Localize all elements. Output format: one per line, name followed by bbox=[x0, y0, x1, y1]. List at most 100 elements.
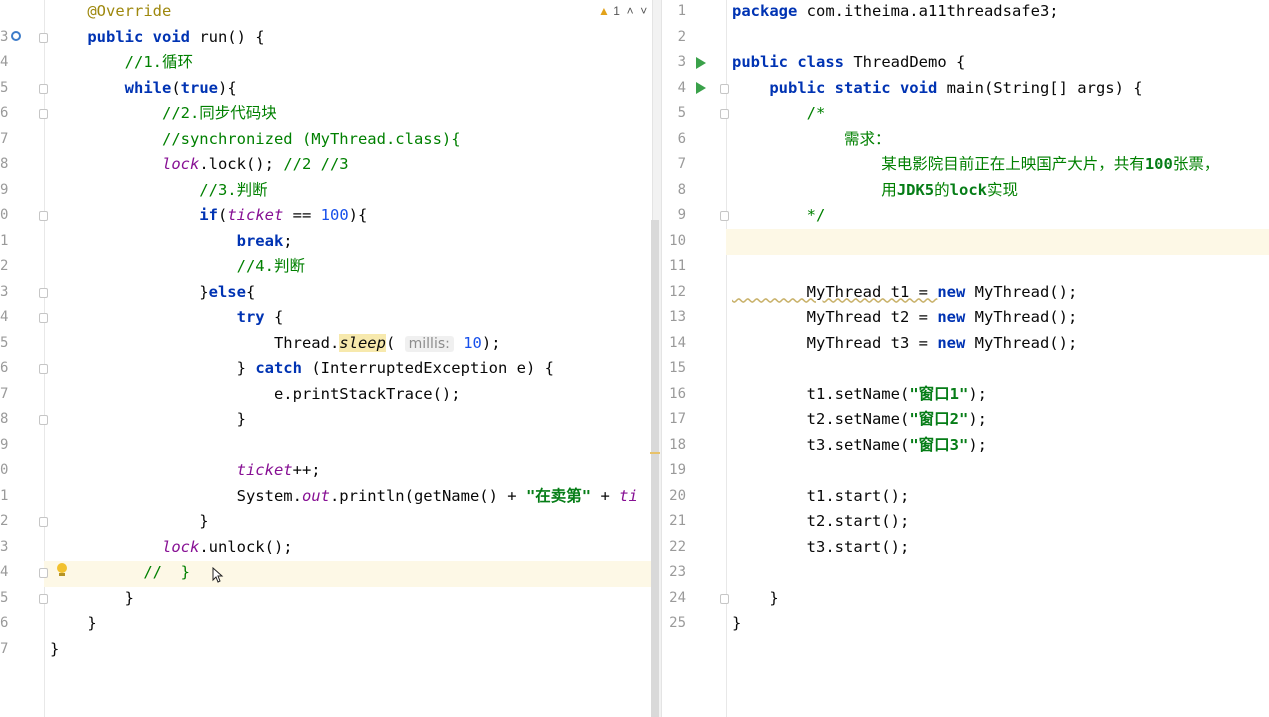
fold-marker-icon[interactable] bbox=[720, 593, 729, 604]
code-line[interactable]: if(ticket == 100){ bbox=[50, 203, 652, 229]
parameter-hint: millis: bbox=[404, 335, 454, 352]
code-line[interactable]: lock.unlock(); bbox=[50, 535, 652, 561]
line-number bbox=[0, 0, 20, 25]
code-line[interactable]: while(true){ bbox=[50, 76, 652, 102]
code-line[interactable] bbox=[732, 458, 1269, 484]
fold-marker-icon[interactable] bbox=[720, 109, 729, 119]
code-line[interactable]: @Override bbox=[50, 0, 652, 25]
code-line[interactable]: //synchronized (MyThread.class){ bbox=[50, 127, 652, 153]
code-token: run() { bbox=[199, 27, 265, 46]
code-line[interactable]: public static void main(String[] args) { bbox=[732, 76, 1269, 102]
code-token: //3.判断 bbox=[50, 180, 268, 199]
fold-marker-icon[interactable] bbox=[39, 211, 48, 221]
code-line[interactable]: } bbox=[50, 586, 652, 612]
code-line[interactable]: 某电影院目前正在上映国产大片，共有100张票， bbox=[732, 152, 1269, 178]
code-token: public static void bbox=[732, 78, 947, 97]
code-line[interactable] bbox=[732, 25, 1269, 51]
code-line[interactable]: t2.setName("窗口2"); bbox=[732, 407, 1269, 433]
fold-marker-icon[interactable] bbox=[39, 415, 48, 425]
code-line[interactable]: lock.lock(); //2 //3 bbox=[50, 152, 652, 178]
code-line[interactable]: ticket++; bbox=[50, 458, 652, 484]
code-line[interactable]: t1.start(); bbox=[732, 484, 1269, 510]
code-line[interactable]: System.out.println(getName() + "在卖第" + t… bbox=[50, 484, 652, 510]
code-line[interactable]: package com.itheima.a11threadsafe3; bbox=[732, 0, 1269, 25]
code-line[interactable]: MyThread t3 = new MyThread(); bbox=[732, 331, 1269, 357]
code-token: ); bbox=[968, 384, 987, 403]
code-line[interactable]: /* bbox=[732, 101, 1269, 127]
fold-marker-icon[interactable] bbox=[39, 109, 48, 119]
code-line[interactable]: //1.循环 bbox=[50, 50, 652, 76]
line-number: 12 bbox=[669, 283, 686, 300]
code-line[interactable] bbox=[50, 433, 652, 459]
code-token: "在卖第" bbox=[525, 486, 592, 505]
fold-marker-icon[interactable] bbox=[720, 83, 729, 94]
code-line[interactable]: 用JDK5的lock实现 bbox=[732, 178, 1269, 204]
code-line[interactable]: 需求： bbox=[732, 127, 1269, 153]
code-line[interactable]: t2.start(); bbox=[732, 509, 1269, 535]
code-line[interactable]: e.printStackTrace(); bbox=[50, 382, 652, 408]
code-token: Thread. bbox=[50, 333, 340, 352]
code-line[interactable]: t1.setName("窗口1"); bbox=[732, 382, 1269, 408]
code-token: } bbox=[732, 588, 779, 607]
fold-marker-icon[interactable] bbox=[39, 313, 48, 323]
chevron-down-icon[interactable]: ˅ bbox=[637, 4, 647, 18]
code-line[interactable] bbox=[732, 356, 1269, 382]
code-line[interactable]: t3.setName("窗口3"); bbox=[732, 433, 1269, 459]
lightbulb-icon[interactable] bbox=[57, 563, 67, 576]
right-editor-pane[interactable]: 1 2 3 4 5 6 7 8 9 10 11 12 13 14 15 16 17 18 19 20 21 22 23 24 2… bbox=[662, 0, 1269, 717]
line-number: 7 bbox=[0, 385, 9, 402]
run-class-icon[interactable] bbox=[696, 57, 706, 69]
left-editor-pane[interactable]: 3456789012345678901234567 @Override publ… bbox=[0, 0, 652, 717]
fold-marker-icon[interactable] bbox=[39, 32, 48, 43]
code-line[interactable]: } bbox=[732, 611, 1269, 637]
warning-indicator[interactable]: ▲ 1 ˄ ˅ bbox=[598, 4, 647, 18]
line-number: 6 bbox=[0, 615, 9, 631]
code-line[interactable] bbox=[732, 560, 1269, 586]
code-line[interactable]: //4.判断 bbox=[50, 254, 652, 280]
code-line[interactable]: }else{ bbox=[50, 280, 652, 306]
line-number: 7 bbox=[0, 130, 9, 147]
code-line[interactable]: Thread.sleep( millis: 10); bbox=[50, 331, 652, 357]
code-line[interactable] bbox=[732, 254, 1269, 280]
code-line[interactable]: MyThread t1 = new MyThread(); bbox=[732, 280, 1269, 306]
code-line[interactable]: } bbox=[50, 407, 652, 433]
override-icon[interactable] bbox=[11, 31, 21, 41]
code-token: } bbox=[50, 614, 97, 632]
code-line[interactable]: break; bbox=[50, 229, 652, 255]
code-line[interactable]: } bbox=[50, 509, 652, 535]
code-token: ( bbox=[217, 206, 228, 224]
code-token: } bbox=[50, 410, 246, 428]
fold-marker-icon[interactable] bbox=[39, 364, 48, 374]
code-line[interactable]: public class ThreadDemo { bbox=[732, 50, 1269, 76]
chevron-up-icon[interactable]: ˄ bbox=[623, 4, 634, 18]
fold-marker-icon[interactable] bbox=[39, 593, 48, 604]
line-number: 16 bbox=[669, 385, 686, 402]
fold-marker-icon[interactable] bbox=[39, 83, 48, 94]
code-line[interactable]: } catch (InterruptedException e) { bbox=[50, 356, 652, 382]
code-line[interactable] bbox=[732, 229, 1269, 255]
code-line[interactable]: } bbox=[50, 637, 652, 663]
fold-marker-icon[interactable] bbox=[720, 211, 729, 221]
fold-marker-icon[interactable] bbox=[39, 287, 48, 298]
line-number: 9 bbox=[0, 436, 9, 453]
code-line[interactable]: try { bbox=[50, 305, 652, 331]
code-token: } bbox=[50, 359, 256, 377]
code-line[interactable]: } bbox=[732, 586, 1269, 612]
code-line[interactable]: public void run() { bbox=[50, 25, 652, 51]
code-line[interactable]: // } bbox=[50, 560, 652, 586]
line-number: 0 bbox=[0, 207, 9, 223]
line-number: 7 bbox=[0, 640, 9, 657]
run-main-icon[interactable] bbox=[696, 82, 706, 94]
fold-marker-icon[interactable] bbox=[39, 568, 48, 578]
code-line[interactable]: } bbox=[50, 611, 652, 637]
line-number: 5 bbox=[0, 589, 9, 606]
code-line[interactable]: MyThread t2 = new MyThread(); bbox=[732, 305, 1269, 331]
fold-marker-icon[interactable] bbox=[39, 517, 48, 527]
code-line[interactable]: //3.判断 bbox=[50, 178, 652, 204]
code-token: 实现 bbox=[986, 180, 1018, 199]
code-token: //synchronized (MyThread.class){ bbox=[50, 129, 461, 148]
code-line[interactable]: //2.同步代码块 bbox=[50, 101, 652, 127]
code-line[interactable]: */ bbox=[732, 203, 1269, 229]
left-scrollbar[interactable] bbox=[651, 220, 659, 717]
code-line[interactable]: t3.start(); bbox=[732, 535, 1269, 561]
